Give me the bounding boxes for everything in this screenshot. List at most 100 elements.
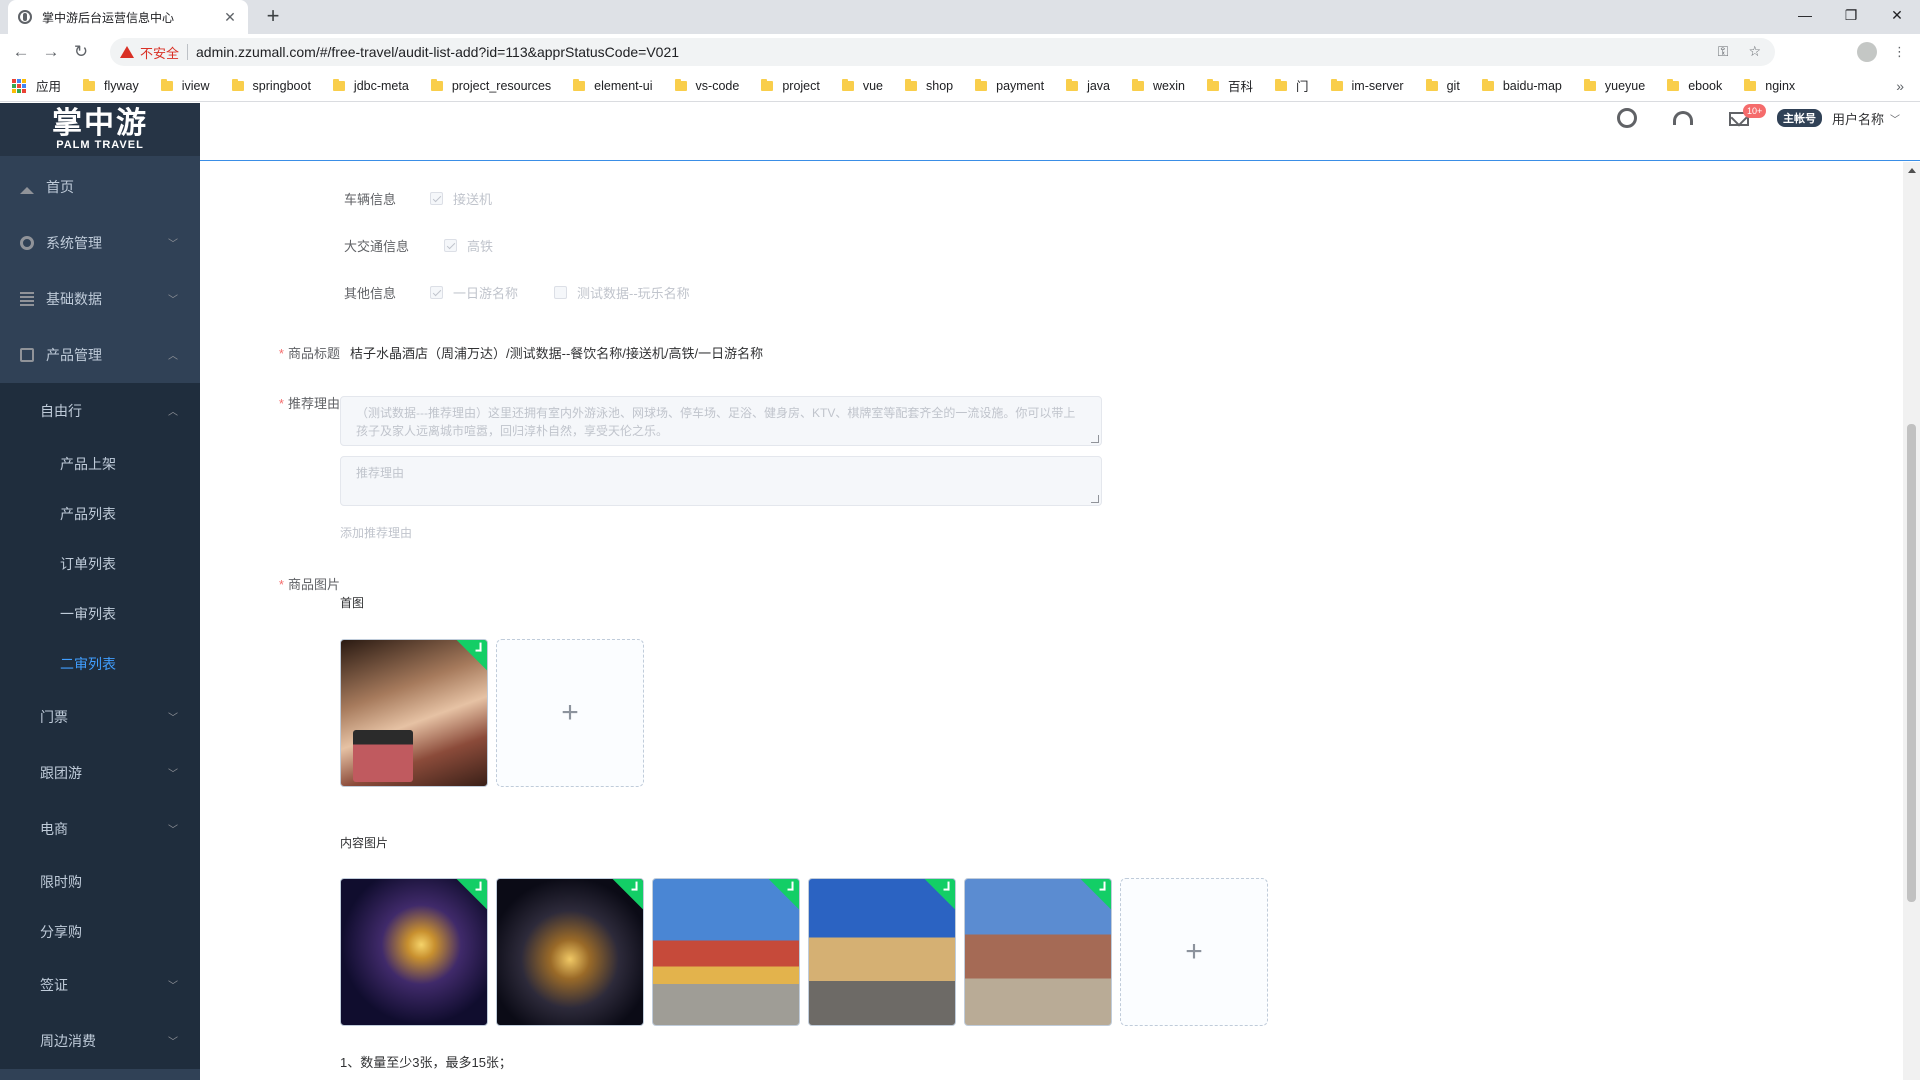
- folder-icon: [332, 78, 345, 91]
- content-image-upload-button[interactable]: +: [1120, 878, 1268, 1026]
- bookmark-item[interactable]: java: [1066, 78, 1110, 93]
- content-image-thumb[interactable]: [496, 878, 644, 1026]
- url-text: admin.zzumall.com/#/free-travel/audit-li…: [196, 44, 680, 60]
- page-scrollbar[interactable]: [1903, 162, 1920, 1080]
- bookmark-item[interactable]: iview: [160, 78, 210, 93]
- close-tab-icon[interactable]: ✕: [222, 9, 238, 26]
- sidebar-item-nearby[interactable]: 周边消费 ﹀: [0, 1013, 200, 1069]
- new-tab-button[interactable]: +: [260, 4, 286, 30]
- other-checkbox-day-tour[interactable]: 一日游名称: [430, 283, 518, 302]
- browser-tabstrip: 掌中游后台运营信息中心 ✕ + — ❐ ✕: [0, 0, 1920, 34]
- star-icon[interactable]: ☆: [1748, 43, 1761, 60]
- transport-info-label: 大交通信息: [344, 239, 410, 254]
- bookmark-item[interactable]: 门: [1275, 76, 1309, 95]
- check-icon: [767, 879, 799, 911]
- username-dropdown[interactable]: 用户名称: [1832, 109, 1884, 128]
- cover-image-upload-button[interactable]: +: [496, 639, 644, 787]
- mail-icon[interactable]: 10+: [1728, 104, 1767, 126]
- content-image-label: 内容图片: [340, 836, 389, 850]
- bookmark-item[interactable]: shop: [905, 78, 953, 93]
- sidebar-item-home[interactable]: 首页: [0, 159, 200, 215]
- logo: 掌中游 PALM TRAVEL: [0, 103, 200, 156]
- folder-icon: [1481, 78, 1494, 91]
- transport-checkbox[interactable]: 高铁: [444, 236, 493, 255]
- address-bar[interactable]: 不安全 admin.zzumall.com/#/free-travel/audi…: [110, 38, 1775, 66]
- more-menu-icon[interactable]: ⋮: [1893, 44, 1906, 60]
- bookmark-item[interactable]: baidu-map: [1481, 78, 1562, 93]
- forward-icon[interactable]: →: [36, 42, 66, 62]
- sidebar-item-first-review[interactable]: 一审列表: [0, 589, 200, 639]
- sidebar-item-flash-sale[interactable]: 限时购: [0, 857, 200, 907]
- bookmark-item[interactable]: ebook: [1667, 78, 1722, 93]
- plus-icon: +: [561, 696, 579, 729]
- other-info-row: 其他信息 一日游名称 测试数据--玩乐名称: [344, 283, 726, 302]
- headset-icon[interactable]: [1672, 111, 1693, 125]
- content-image-thumb[interactable]: [964, 878, 1112, 1026]
- bookmark-apps[interactable]: 应用: [12, 76, 61, 95]
- home-icon: [20, 180, 34, 194]
- sidebar-item-second-review[interactable]: 二审列表: [0, 639, 200, 689]
- back-icon[interactable]: ←: [6, 42, 36, 62]
- sidebar-item-product[interactable]: 产品管理 ︿: [0, 327, 200, 383]
- vehicle-checkbox[interactable]: 接送机: [430, 189, 492, 208]
- sidebar-item-share-buy[interactable]: 分享购: [0, 907, 200, 957]
- bag-icon: [20, 348, 34, 362]
- folder-icon: [573, 78, 586, 91]
- bookmark-item[interactable]: vue: [841, 78, 883, 93]
- settings-icon[interactable]: [1616, 108, 1637, 128]
- sidebar-item-visa[interactable]: 签证 ﹀: [0, 957, 200, 1013]
- key-icon[interactable]: ⚿: [1718, 43, 1729, 60]
- window-close-icon[interactable]: ✕: [1874, 0, 1920, 30]
- browser-tab[interactable]: 掌中游后台运营信息中心 ✕: [8, 0, 248, 34]
- sidebar-item-system[interactable]: 系统管理 ﹀: [0, 215, 200, 271]
- content-image-thumb[interactable]: [340, 878, 488, 1026]
- product-title-value: 桔子水晶酒店（周浦万达）/测试数据--餐饮名称/接送机/高铁/一日游名称: [350, 346, 764, 361]
- minimize-icon[interactable]: —: [1782, 0, 1828, 30]
- scrollbar-thumb[interactable]: [1907, 424, 1916, 902]
- bookmarks-overflow-icon[interactable]: »: [1896, 78, 1904, 94]
- apps-icon: [12, 78, 26, 93]
- main-content: 车辆信息 接送机 大交通信息 高铁 其他信息 一日游名称 测试数据--玩乐名称 …: [200, 162, 1903, 1080]
- scroll-up-icon[interactable]: [1908, 168, 1916, 173]
- sidebar-item-free-travel[interactable]: 自由行 ︿: [0, 383, 200, 439]
- reason-textarea-1[interactable]: （测试数据---推荐理由）这里还拥有室内外游泳池、网球场、停车场、足浴、健身房、…: [340, 396, 1102, 446]
- bookmark-item[interactable]: jdbc-meta: [332, 78, 409, 93]
- bookmark-item[interactable]: yueyue: [1583, 78, 1645, 93]
- account-type-badge: 主帐号: [1776, 109, 1822, 127]
- sidebar-item-tickets[interactable]: 门票 ﹀: [0, 689, 200, 745]
- bookmark-item[interactable]: nginx: [1744, 78, 1795, 93]
- bookmark-item[interactable]: wexin: [1132, 78, 1185, 93]
- add-reason-link[interactable]: 添加推荐理由: [340, 524, 412, 541]
- chevron-down-icon: ﹀: [168, 769, 178, 780]
- profile-avatar[interactable]: [1857, 42, 1877, 62]
- folder-icon: [1744, 78, 1757, 91]
- product-title-label: 商品标题: [287, 346, 340, 361]
- folder-icon: [1066, 78, 1079, 91]
- bookmark-item[interactable]: im-server: [1330, 78, 1404, 93]
- bookmark-item[interactable]: 百科: [1206, 76, 1253, 95]
- chevron-down-icon[interactable]: ﹀: [1890, 111, 1900, 126]
- content-image-thumb[interactable]: [652, 878, 800, 1026]
- bookmark-item[interactable]: git: [1425, 78, 1460, 93]
- content-image-thumb[interactable]: [808, 878, 956, 1026]
- sidebar-item-group-tour[interactable]: 跟团游 ﹀: [0, 745, 200, 801]
- bookmark-item[interactable]: project_resources: [430, 78, 551, 93]
- reason-textarea-2[interactable]: 推荐理由: [340, 456, 1102, 506]
- sidebar-item-product-listing[interactable]: 产品上架: [0, 439, 200, 489]
- sidebar-item-product-list[interactable]: 产品列表: [0, 489, 200, 539]
- other-checkbox-fun[interactable]: 测试数据--玩乐名称: [554, 283, 690, 302]
- bookmark-item[interactable]: springboot: [231, 78, 311, 93]
- bookmark-item[interactable]: project: [761, 78, 820, 93]
- bookmark-item[interactable]: vs-code: [674, 78, 739, 93]
- restore-icon[interactable]: ❐: [1828, 0, 1874, 30]
- sidebar-item-basic-data[interactable]: 基础数据 ﹀: [0, 271, 200, 327]
- reload-icon[interactable]: ↻: [66, 42, 96, 62]
- browser-toolbar: ← → ↻ 不安全 admin.zzumall.com/#/free-trave…: [0, 34, 1920, 70]
- bookmark-item[interactable]: flyway: [83, 78, 139, 93]
- check-icon: [923, 879, 955, 911]
- sidebar-item-order-list[interactable]: 订单列表: [0, 539, 200, 589]
- bookmark-item[interactable]: element-ui: [573, 78, 653, 93]
- sidebar-item-ecommerce[interactable]: 电商 ﹀: [0, 801, 200, 857]
- cover-image-thumb[interactable]: [340, 639, 488, 787]
- bookmark-item[interactable]: payment: [975, 78, 1044, 93]
